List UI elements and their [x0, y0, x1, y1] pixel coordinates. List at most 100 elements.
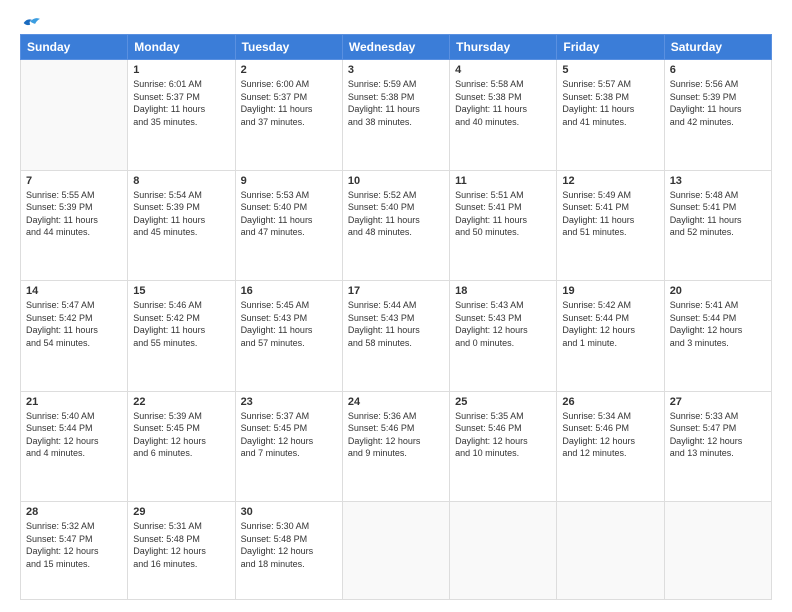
day-header-thursday: Thursday	[450, 35, 557, 60]
day-info: Sunrise: 5:34 AM Sunset: 5:46 PM Dayligh…	[562, 410, 658, 460]
calendar-cell: 28 Sunrise: 5:32 AM Sunset: 5:47 PM Dayli…	[21, 502, 128, 600]
day-info: Sunrise: 5:31 AM Sunset: 5:48 PM Dayligh…	[133, 520, 229, 570]
calendar-cell: 5Sunrise: 5:57 AM Sunset: 5:38 PM Daylig…	[557, 60, 664, 171]
day-number: 28	[26, 506, 122, 518]
day-info: Sunrise: 5:59 AM Sunset: 5:38 PM Dayligh…	[348, 78, 444, 128]
day-number: 10	[348, 175, 444, 187]
day-number: 29	[133, 506, 229, 518]
day-info: Sunrise: 5:32 AM Sunset: 5:47 PM Dayligh…	[26, 520, 122, 570]
day-info: Sunrise: 5:37 AM Sunset: 5:45 PM Dayligh…	[241, 410, 337, 460]
calendar-cell: 21 Sunrise: 5:40 AM Sunset: 5:44 PM Dayli…	[21, 391, 128, 502]
day-number: 18	[455, 285, 551, 297]
day-header-sunday: Sunday	[21, 35, 128, 60]
day-info: Sunrise: 5:43 AM Sunset: 5:43 PM Dayligh…	[455, 299, 551, 349]
day-number: 4	[455, 64, 551, 76]
day-info: Sunrise: 5:44 AM Sunset: 5:43 PM Dayligh…	[348, 299, 444, 349]
calendar-cell: 1 Sunrise: 6:01 AM Sunset: 5:37 PM Daylig…	[128, 60, 235, 171]
day-number: 25	[455, 396, 551, 408]
day-number: 7	[26, 175, 122, 187]
day-number: 14	[26, 285, 122, 297]
calendar-cell	[450, 502, 557, 600]
day-info: Sunrise: 5:45 AM Sunset: 5:43 PM Dayligh…	[241, 299, 337, 349]
header	[20, 16, 772, 26]
day-header-saturday: Saturday	[664, 35, 771, 60]
day-info: Sunrise: 5:56 AM Sunset: 5:39 PM Dayligh…	[670, 78, 766, 128]
calendar-cell: 16 Sunrise: 5:45 AM Sunset: 5:43 PM Dayli…	[235, 281, 342, 392]
calendar-cell: 26 Sunrise: 5:34 AM Sunset: 5:46 PM Dayli…	[557, 391, 664, 502]
calendar-cell: 7 Sunrise: 5:55 AM Sunset: 5:39 PM Daylig…	[21, 170, 128, 281]
calendar-cell: 12Sunrise: 5:49 AM Sunset: 5:41 PM Dayli…	[557, 170, 664, 281]
day-info: Sunrise: 5:58 AM Sunset: 5:38 PM Dayligh…	[455, 78, 551, 128]
calendar-cell: 8 Sunrise: 5:54 AM Sunset: 5:39 PM Daylig…	[128, 170, 235, 281]
day-info: Sunrise: 5:55 AM Sunset: 5:39 PM Dayligh…	[26, 189, 122, 239]
calendar-week-1: 1 Sunrise: 6:01 AM Sunset: 5:37 PM Daylig…	[21, 60, 772, 171]
day-info: Sunrise: 5:39 AM Sunset: 5:45 PM Dayligh…	[133, 410, 229, 460]
calendar-cell: 2 Sunrise: 6:00 AM Sunset: 5:37 PM Daylig…	[235, 60, 342, 171]
day-number: 19	[562, 285, 658, 297]
day-info: Sunrise: 5:33 AM Sunset: 5:47 PM Dayligh…	[670, 410, 766, 460]
calendar: SundayMondayTuesdayWednesdayThursdayFrid…	[20, 34, 772, 600]
day-info: Sunrise: 5:36 AM Sunset: 5:46 PM Dayligh…	[348, 410, 444, 460]
calendar-cell: 6 Sunrise: 5:56 AM Sunset: 5:39 PM Daylig…	[664, 60, 771, 171]
day-number: 22	[133, 396, 229, 408]
day-number: 13	[670, 175, 766, 187]
calendar-cell: 20 Sunrise: 5:41 AM Sunset: 5:44 PM Dayli…	[664, 281, 771, 392]
calendar-cell: 4 Sunrise: 5:58 AM Sunset: 5:38 PM Daylig…	[450, 60, 557, 171]
calendar-cell: 24 Sunrise: 5:36 AM Sunset: 5:46 PM Dayli…	[342, 391, 449, 502]
calendar-cell: 19 Sunrise: 5:42 AM Sunset: 5:44 PM Dayli…	[557, 281, 664, 392]
day-number: 3	[348, 64, 444, 76]
calendar-week-4: 21 Sunrise: 5:40 AM Sunset: 5:44 PM Dayli…	[21, 391, 772, 502]
calendar-cell: 3 Sunrise: 5:59 AM Sunset: 5:38 PM Daylig…	[342, 60, 449, 171]
day-number: 12	[562, 175, 658, 187]
day-number: 11	[455, 175, 551, 187]
day-number: 6	[670, 64, 766, 76]
day-info: Sunrise: 5:40 AM Sunset: 5:44 PM Dayligh…	[26, 410, 122, 460]
day-header-tuesday: Tuesday	[235, 35, 342, 60]
day-info: Sunrise: 5:48 AM Sunset: 5:41 PM Dayligh…	[670, 189, 766, 239]
calendar-cell: 22 Sunrise: 5:39 AM Sunset: 5:45 PM Dayli…	[128, 391, 235, 502]
day-header-friday: Friday	[557, 35, 664, 60]
calendar-cell: 11 Sunrise: 5:51 AM Sunset: 5:41 PM Dayli…	[450, 170, 557, 281]
day-info: Sunrise: 5:53 AM Sunset: 5:40 PM Dayligh…	[241, 189, 337, 239]
day-number: 2	[241, 64, 337, 76]
day-number: 26	[562, 396, 658, 408]
calendar-cell: 13 Sunrise: 5:48 AM Sunset: 5:41 PM Dayli…	[664, 170, 771, 281]
calendar-header-row: SundayMondayTuesdayWednesdayThursdayFrid…	[21, 35, 772, 60]
day-info: Sunrise: 5:51 AM Sunset: 5:41 PM Dayligh…	[455, 189, 551, 239]
day-number: 21	[26, 396, 122, 408]
day-number: 30	[241, 506, 337, 518]
day-info: Sunrise: 5:42 AM Sunset: 5:44 PM Dayligh…	[562, 299, 658, 349]
day-info: Sunrise: 5:47 AM Sunset: 5:42 PM Dayligh…	[26, 299, 122, 349]
day-number: 15	[133, 285, 229, 297]
calendar-cell	[342, 502, 449, 600]
day-number: 1	[133, 64, 229, 76]
day-header-monday: Monday	[128, 35, 235, 60]
day-info: Sunrise: 5:41 AM Sunset: 5:44 PM Dayligh…	[670, 299, 766, 349]
calendar-cell: 17 Sunrise: 5:44 AM Sunset: 5:43 PM Dayli…	[342, 281, 449, 392]
calendar-cell: 25 Sunrise: 5:35 AM Sunset: 5:46 PM Dayli…	[450, 391, 557, 502]
calendar-week-2: 7 Sunrise: 5:55 AM Sunset: 5:39 PM Daylig…	[21, 170, 772, 281]
day-info: Sunrise: 6:01 AM Sunset: 5:37 PM Dayligh…	[133, 78, 229, 128]
page: SundayMondayTuesdayWednesdayThursdayFrid…	[0, 0, 792, 612]
day-info: Sunrise: 5:35 AM Sunset: 5:46 PM Dayligh…	[455, 410, 551, 460]
day-number: 27	[670, 396, 766, 408]
day-info: Sunrise: 5:30 AM Sunset: 5:48 PM Dayligh…	[241, 520, 337, 570]
day-number: 20	[670, 285, 766, 297]
day-number: 23	[241, 396, 337, 408]
logo-bird-icon	[22, 16, 40, 30]
calendar-cell: 9Sunrise: 5:53 AM Sunset: 5:40 PM Daylig…	[235, 170, 342, 281]
calendar-week-5: 28 Sunrise: 5:32 AM Sunset: 5:47 PM Dayli…	[21, 502, 772, 600]
day-number: 16	[241, 285, 337, 297]
day-number: 8	[133, 175, 229, 187]
day-number: 17	[348, 285, 444, 297]
day-number: 5	[562, 64, 658, 76]
calendar-cell: 29 Sunrise: 5:31 AM Sunset: 5:48 PM Dayli…	[128, 502, 235, 600]
calendar-cell	[557, 502, 664, 600]
calendar-cell: 10Sunrise: 5:52 AM Sunset: 5:40 PM Dayli…	[342, 170, 449, 281]
day-info: Sunrise: 6:00 AM Sunset: 5:37 PM Dayligh…	[241, 78, 337, 128]
day-info: Sunrise: 5:54 AM Sunset: 5:39 PM Dayligh…	[133, 189, 229, 239]
day-number: 24	[348, 396, 444, 408]
day-info: Sunrise: 5:46 AM Sunset: 5:42 PM Dayligh…	[133, 299, 229, 349]
calendar-week-3: 14 Sunrise: 5:47 AM Sunset: 5:42 PM Dayli…	[21, 281, 772, 392]
calendar-cell: 14 Sunrise: 5:47 AM Sunset: 5:42 PM Dayli…	[21, 281, 128, 392]
